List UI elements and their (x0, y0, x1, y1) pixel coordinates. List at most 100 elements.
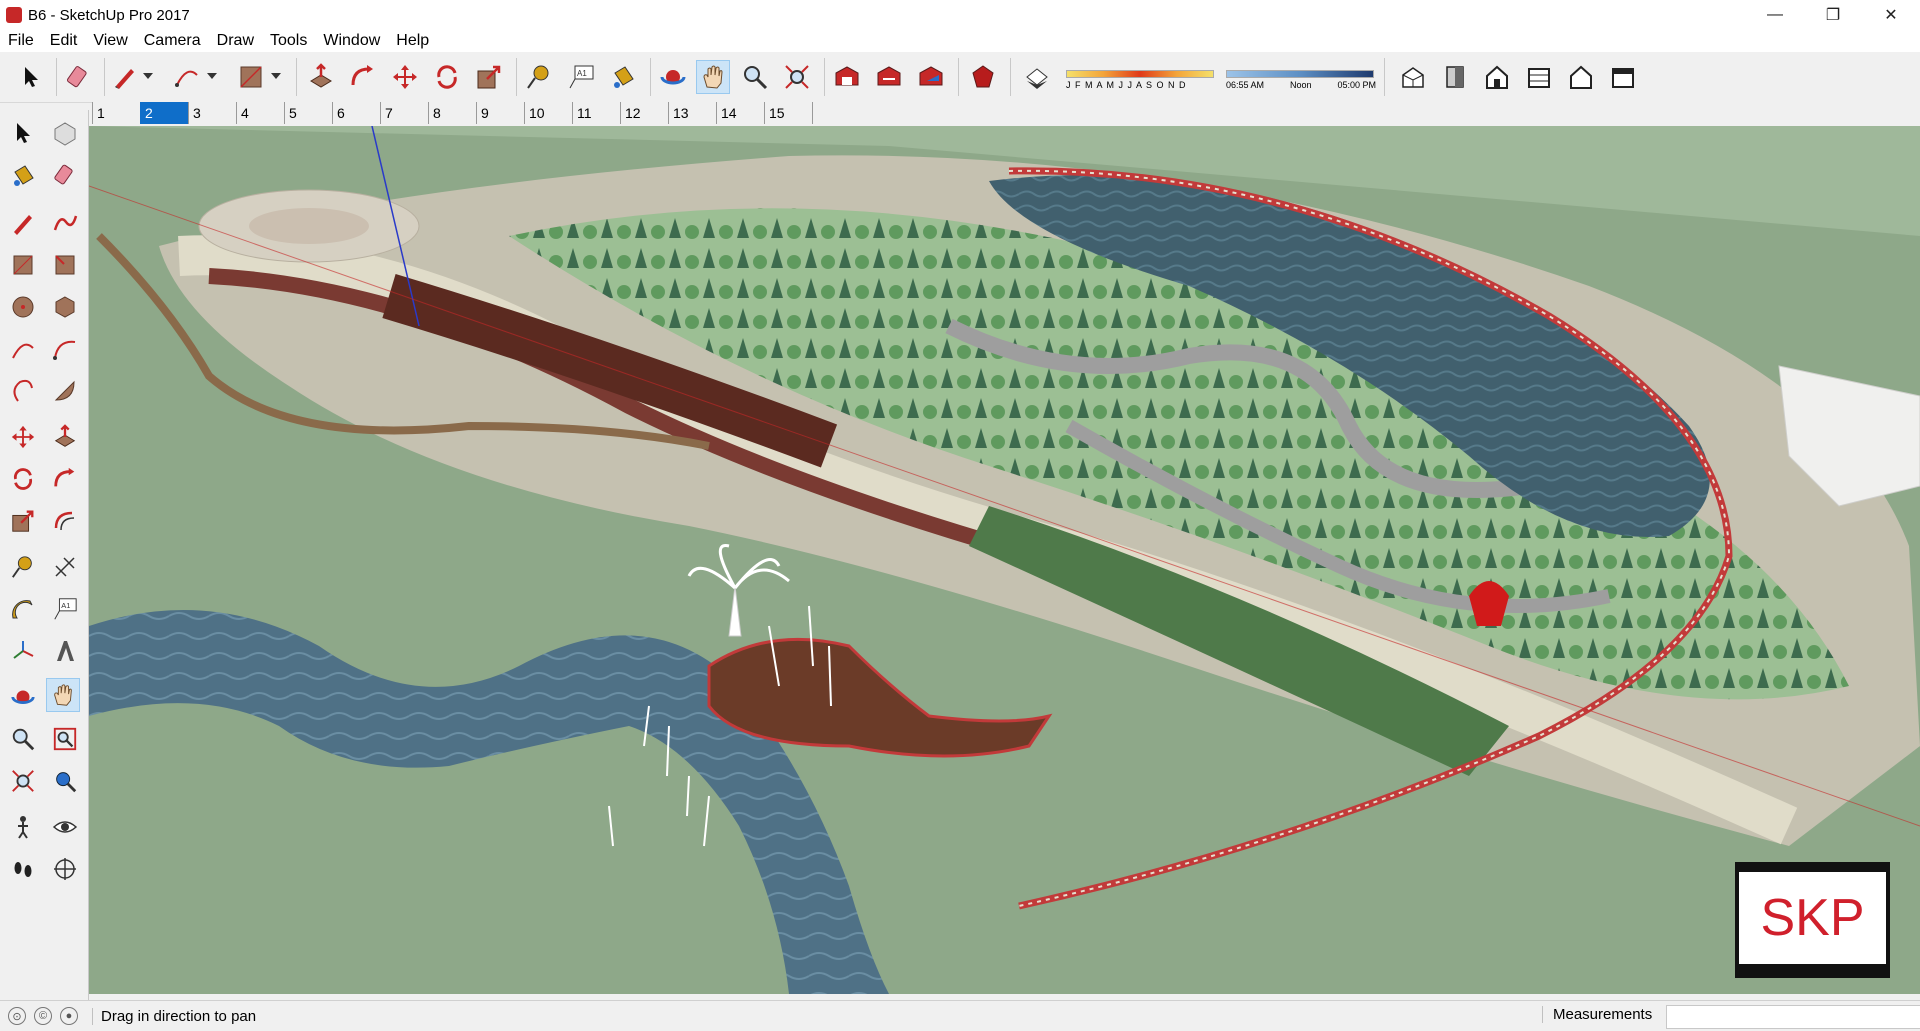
zoom-extents-tool-icon[interactable] (780, 60, 814, 94)
follow-me-icon[interactable] (48, 462, 82, 496)
move-icon[interactable] (6, 420, 40, 454)
shapes-dropdown-chevron-down-icon[interactable] (268, 60, 284, 94)
warehouse-icon[interactable] (830, 60, 864, 94)
3d-text-icon[interactable] (48, 634, 82, 668)
rectangle-tool-icon[interactable] (234, 60, 268, 94)
tape-measure-tool-icon[interactable] (522, 60, 556, 94)
two-point-arc-icon[interactable] (48, 332, 82, 366)
menu-edit[interactable]: Edit (42, 32, 86, 50)
scene-tab-7[interactable]: 7 (380, 102, 428, 124)
right-view-icon[interactable] (1522, 60, 1556, 94)
polygon-icon[interactable] (48, 290, 82, 324)
scene-tab-8[interactable]: 8 (428, 102, 476, 124)
scene-tab-4[interactable]: 4 (236, 102, 284, 124)
menu-tools[interactable]: Tools (262, 32, 315, 50)
left-view-icon[interactable] (1606, 60, 1640, 94)
zoom-window-icon[interactable] (48, 722, 82, 756)
close-button[interactable]: ✕ (1862, 0, 1920, 30)
orbit-tool-icon[interactable] (656, 60, 690, 94)
scene-tab-1[interactable]: 1 (92, 102, 140, 124)
look-around-eye-icon[interactable] (48, 810, 82, 844)
orbit-icon[interactable] (6, 680, 40, 714)
front-view-icon[interactable] (1480, 60, 1514, 94)
freehand-icon[interactable] (48, 206, 82, 240)
measurements-input[interactable] (1666, 1005, 1920, 1029)
menu-camera[interactable]: Camera (136, 32, 209, 50)
menu-draw[interactable]: Draw (209, 32, 262, 50)
scene-tab-12[interactable]: 12 (620, 102, 668, 124)
three-point-arc-icon[interactable] (6, 374, 40, 408)
eraser-tool-icon[interactable] (62, 60, 96, 94)
scene-tab-2[interactable]: 2 (140, 102, 188, 124)
zoom-icon[interactable] (6, 722, 40, 756)
scene-tab-15[interactable]: 15 (764, 102, 812, 124)
move-tool-icon[interactable] (388, 60, 422, 94)
geo-location-icon[interactable]: ⊙ (8, 1007, 26, 1025)
circle-icon[interactable] (6, 290, 40, 324)
rotated-rectangle-icon[interactable] (48, 248, 82, 282)
offset-icon[interactable] (48, 504, 82, 538)
scale-icon[interactable] (6, 504, 40, 538)
share-component-icon[interactable] (914, 60, 948, 94)
paint-bucket-tool-icon[interactable] (606, 60, 640, 94)
scale-tool-icon[interactable] (472, 60, 506, 94)
scene-tab-3[interactable]: 3 (188, 102, 236, 124)
dimension-icon[interactable] (48, 550, 82, 584)
scene-tab-14[interactable]: 14 (716, 102, 764, 124)
menu-window[interactable]: Window (315, 32, 388, 50)
select-tool-icon[interactable] (14, 60, 48, 94)
rectangle-icon[interactable] (6, 248, 40, 282)
zoom-extents-icon[interactable] (6, 764, 40, 798)
top-view-icon[interactable] (1438, 60, 1472, 94)
axes-icon[interactable] (6, 634, 40, 668)
arc-dropdown-chevron-down-icon[interactable] (204, 60, 220, 94)
eraser-icon[interactable] (48, 158, 82, 192)
scene-tab-5[interactable]: 5 (284, 102, 332, 124)
extension-warehouse-icon[interactable] (966, 60, 1000, 94)
rotate-tool-icon[interactable] (430, 60, 464, 94)
pie-icon[interactable] (48, 374, 82, 408)
user-account-icon[interactable]: ● (60, 1007, 78, 1025)
arc-icon[interactable] (6, 332, 40, 366)
line-dropdown-chevron-down-icon[interactable] (140, 60, 156, 94)
iso-view-icon[interactable] (1396, 60, 1430, 94)
pan-icon[interactable] (46, 678, 80, 712)
menu-help[interactable]: Help (388, 32, 437, 50)
select-icon[interactable] (6, 116, 40, 150)
zoom-tool-icon[interactable] (738, 60, 772, 94)
scene-tab-13[interactable]: 13 (668, 102, 716, 124)
shadows-toggle-icon[interactable] (1020, 60, 1054, 94)
follow-me-tool-icon[interactable] (346, 60, 380, 94)
rotate-icon[interactable] (6, 462, 40, 496)
push-pull-tool-icon[interactable] (304, 60, 338, 94)
credits-icon[interactable]: © (34, 1007, 52, 1025)
text-tool-icon[interactable]: A1 (564, 60, 598, 94)
scene-tab-6[interactable]: 6 (332, 102, 380, 124)
restore-button[interactable]: ❐ (1804, 0, 1862, 30)
back-view-icon[interactable] (1564, 60, 1598, 94)
shadow-month-slider[interactable]: J F M A M J J A S O N D (1066, 62, 1216, 98)
push-pull-icon[interactable] (48, 420, 82, 454)
tape-measure-icon[interactable] (6, 550, 40, 584)
scene-tab-11[interactable]: 11 (572, 102, 620, 124)
pencil-line-tool-icon[interactable] (108, 60, 142, 94)
line-icon[interactable] (6, 206, 40, 240)
arc-tool-icon[interactable] (170, 60, 204, 94)
menu-file[interactable]: File (0, 32, 42, 50)
minimize-button[interactable]: — (1746, 0, 1804, 30)
section-plane-icon[interactable] (48, 852, 82, 886)
pan-tool-icon[interactable] (696, 60, 730, 94)
protractor-icon[interactable] (6, 592, 40, 626)
share-model-icon[interactable] (872, 60, 906, 94)
menu-view[interactable]: View (85, 32, 135, 50)
text-icon[interactable]: A1 (48, 592, 82, 626)
model-viewport[interactable]: SKP (89, 126, 1920, 994)
scene-tab-10[interactable]: 10 (524, 102, 572, 124)
position-camera-icon[interactable] (6, 810, 40, 844)
scene-tab-9[interactable]: 9 (476, 102, 524, 124)
paint-bucket-icon[interactable] (6, 158, 40, 192)
shadow-time-slider[interactable]: 06:55 AM Noon 05:00 PM (1226, 62, 1376, 98)
make-component-icon[interactable] (48, 116, 82, 150)
walk-footprints-icon[interactable] (6, 852, 40, 886)
previous-view-icon[interactable] (48, 764, 82, 798)
